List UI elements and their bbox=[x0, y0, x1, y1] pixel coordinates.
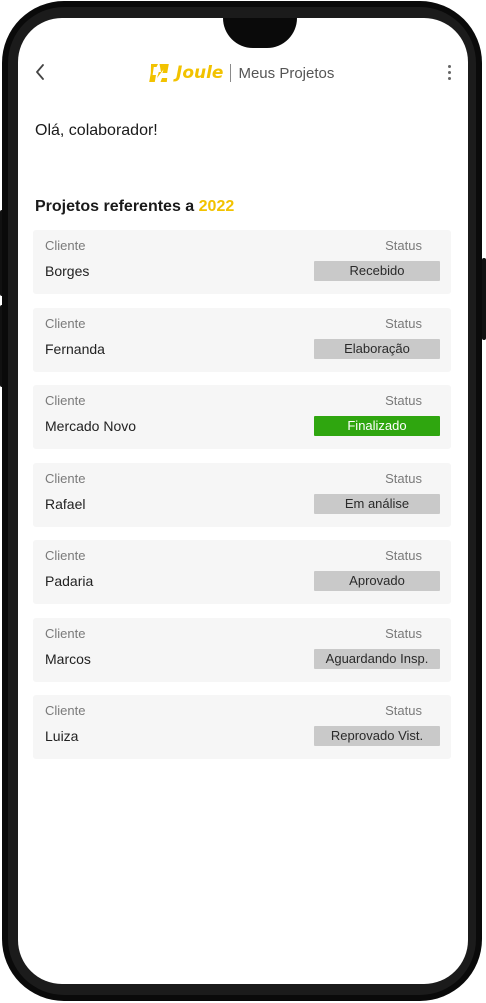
project-card[interactable]: Cliente Rafael Status Em análise bbox=[33, 462, 451, 527]
status-label: Status bbox=[385, 548, 422, 563]
brand-name: Joule bbox=[176, 63, 224, 83]
greeting-text: Olá, colaborador! bbox=[35, 122, 158, 139]
brand-divider bbox=[230, 64, 232, 82]
lightning-logo-icon bbox=[149, 64, 169, 82]
more-options-button[interactable] bbox=[444, 60, 454, 84]
more-vertical-icon bbox=[447, 64, 451, 68]
status-label: Status bbox=[385, 315, 422, 331]
client-label: Cliente bbox=[45, 393, 86, 408]
project-card[interactable]: Cliente Padaria Status Aprovado bbox=[33, 540, 451, 604]
back-button[interactable] bbox=[30, 60, 50, 84]
status-badge: Elaboração bbox=[314, 338, 440, 359]
client-label: Cliente bbox=[45, 470, 86, 486]
status-badge: Aprovado bbox=[314, 571, 440, 591]
project-list: Cliente Borges Status Recebido Cliente F… bbox=[33, 230, 451, 773]
client-name: Luiza bbox=[45, 728, 79, 744]
power-button bbox=[482, 258, 486, 340]
client-name: Marcos bbox=[45, 650, 91, 667]
status-badge: Aguardando Insp. bbox=[314, 648, 440, 669]
app-header: Joule Meus Projetos bbox=[18, 58, 468, 88]
client-label: Cliente bbox=[45, 703, 86, 718]
status-badge: Reprovado Vist. bbox=[314, 726, 440, 746]
project-card[interactable]: Cliente Fernanda Status Elaboração bbox=[33, 307, 451, 372]
section-title: Projetos referentes a 2022 bbox=[35, 198, 234, 216]
section-title-prefix: Projetos referentes a bbox=[35, 198, 195, 215]
status-label: Status bbox=[385, 703, 422, 718]
status-label: Status bbox=[385, 470, 422, 486]
status-label: Status bbox=[385, 625, 422, 641]
client-label: Cliente bbox=[45, 315, 86, 331]
client-label: Cliente bbox=[45, 238, 86, 253]
client-name: Padaria bbox=[45, 573, 94, 589]
more-vertical-icon-dot bbox=[447, 70, 451, 74]
status-badge: Em análise bbox=[314, 493, 440, 514]
brand: Joule Meus Projetos bbox=[148, 60, 334, 86]
more-vertical-icon-dot bbox=[447, 76, 451, 80]
project-card[interactable]: Cliente Luiza Status Reprovado Vist. bbox=[33, 695, 451, 759]
project-card[interactable]: Cliente Mercado Novo Status Finalizado bbox=[33, 385, 451, 449]
status-label: Status bbox=[385, 238, 422, 253]
client-name: Borges bbox=[45, 263, 90, 279]
camera-notch bbox=[223, 18, 297, 48]
project-card[interactable]: Cliente Borges Status Recebido bbox=[33, 230, 451, 294]
project-card[interactable]: Cliente Marcos Status Aguardando Insp. bbox=[33, 617, 451, 682]
client-name: Mercado Novo bbox=[45, 418, 137, 434]
status-label: Status bbox=[385, 393, 422, 408]
page-title: Meus Projetos bbox=[238, 64, 335, 82]
status-badge: Recebido bbox=[314, 261, 440, 281]
phone-mockup: Joule Meus Projetos Olá, colaborador! Pr… bbox=[0, 0, 486, 1003]
status-badge: Finalizado bbox=[314, 416, 440, 436]
client-name: Fernanda bbox=[45, 340, 105, 357]
client-label: Cliente bbox=[45, 625, 86, 641]
client-label: Cliente bbox=[45, 548, 86, 563]
section-year: 2022 bbox=[198, 198, 235, 215]
chevron-left-icon bbox=[36, 64, 44, 80]
client-name: Rafael bbox=[45, 495, 86, 512]
app-screen: Joule Meus Projetos Olá, colaborador! Pr… bbox=[18, 18, 468, 984]
